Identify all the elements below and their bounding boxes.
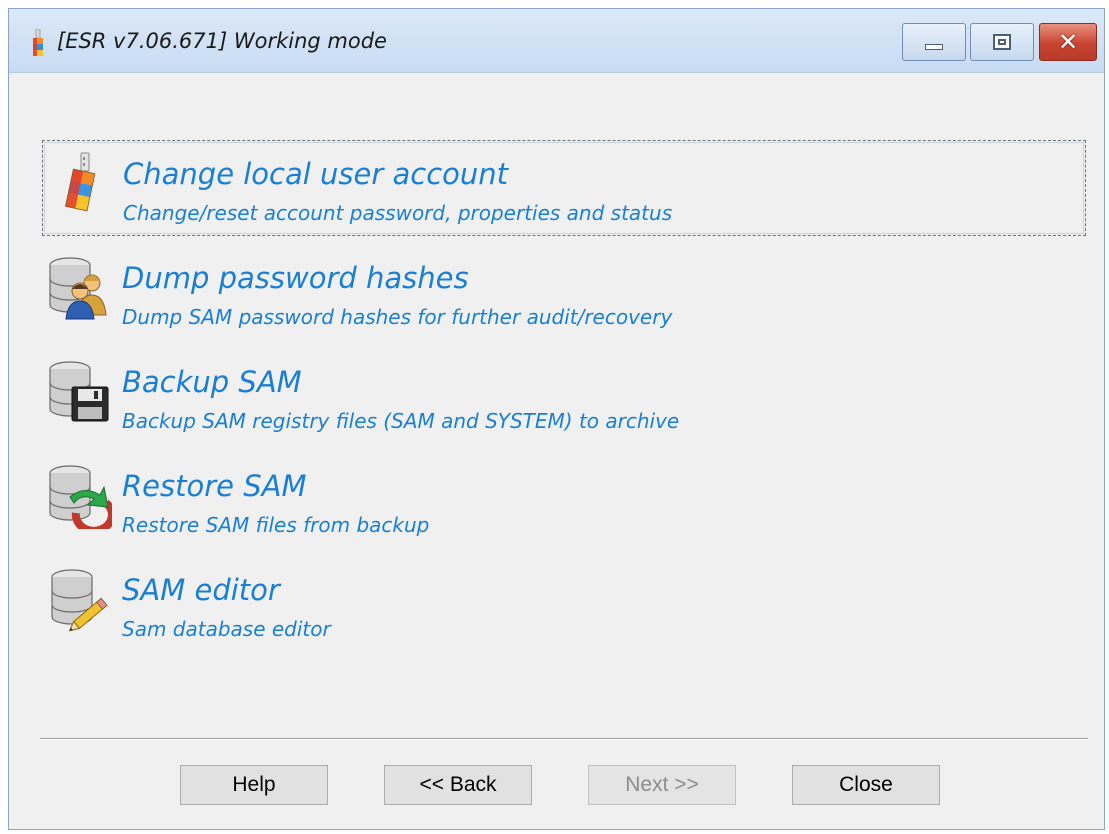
close-icon: ✕ <box>1057 28 1079 56</box>
database-restore-icon <box>49 465 112 529</box>
option-restore-sam[interactable]: Restore SAM Restore SAM files from backu… <box>42 453 1086 549</box>
option-backup-sam[interactable]: Backup SAM Backup SAM registry files (SA… <box>42 349 1086 445</box>
maximize-icon <box>993 34 1011 50</box>
window-title: [ESR v7.06.671] Working mode <box>57 29 387 53</box>
option-description: Dump SAM password hashes for further aud… <box>122 305 673 329</box>
back-button[interactable]: << Back <box>384 765 532 805</box>
option-sam-editor[interactable]: SAM editor Sam database editor <box>42 557 1086 653</box>
database-pencil-icon <box>51 569 108 632</box>
close-button[interactable]: Close <box>792 765 940 805</box>
database-floppy-icon <box>49 361 109 422</box>
option-description: Sam database editor <box>122 617 331 641</box>
close-window-button[interactable]: ✕ <box>1039 23 1097 61</box>
title-bar[interactable]: [ESR v7.06.671] Working mode ✕ <box>9 9 1104 73</box>
option-description: Restore SAM files from backup <box>122 513 430 537</box>
option-title: Backup SAM <box>122 365 302 399</box>
option-title: Restore SAM <box>122 469 307 503</box>
option-dump-password-hashes[interactable]: Dump password hashes Dump SAM password h… <box>42 245 1086 341</box>
database-users-icon <box>49 257 107 320</box>
option-title: Change local user account <box>123 157 509 191</box>
minimize-icon <box>925 44 943 50</box>
option-title: Dump password hashes <box>122 261 469 295</box>
option-change-local-user-account[interactable]: Change local user account Change/reset a… <box>42 140 1086 236</box>
next-button[interactable]: Next >> <box>588 765 736 805</box>
footer-separator <box>40 738 1088 740</box>
app-usb-key-icon <box>33 29 43 56</box>
usb-key-icon <box>65 152 96 212</box>
working-mode-window: [ESR v7.06.671] Working mode ✕ Change lo… <box>8 8 1105 830</box>
option-title: SAM editor <box>122 573 280 607</box>
option-description: Backup SAM registry files (SAM and SYSTE… <box>122 409 680 433</box>
maximize-button[interactable] <box>970 23 1034 61</box>
minimize-button[interactable] <box>902 23 966 61</box>
help-button[interactable]: Help <box>180 765 328 805</box>
option-description: Change/reset account password, propertie… <box>123 201 673 225</box>
